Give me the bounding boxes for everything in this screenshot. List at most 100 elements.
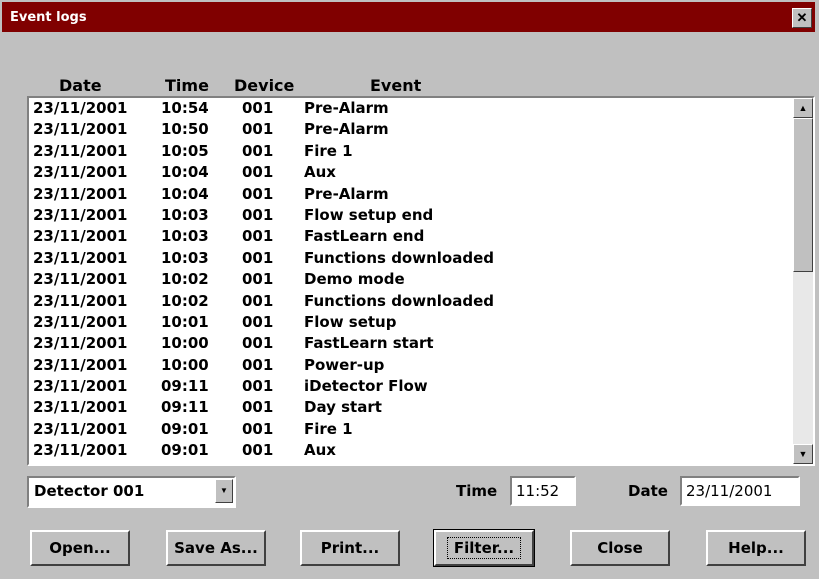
- row-device: 001: [242, 441, 274, 460]
- row-event: Pre-Alarm: [304, 120, 389, 139]
- row-date: 23/11/2001: [33, 377, 128, 396]
- title-bar[interactable]: Event logs ✕: [2, 2, 815, 32]
- row-event: Fire 1: [304, 419, 353, 438]
- row-device: 001: [242, 141, 274, 160]
- row-time: 09:01: [161, 419, 209, 438]
- row-date: 23/11/2001: [33, 270, 128, 289]
- column-header-event: Event: [370, 76, 422, 95]
- row-date: 23/11/2001: [33, 227, 128, 246]
- close-button[interactable]: Close: [570, 530, 670, 566]
- row-device: 001: [242, 163, 274, 182]
- row-event: FastLearn start: [304, 334, 434, 353]
- row-date: 23/11/2001: [33, 398, 128, 417]
- date-label: Date: [628, 482, 668, 500]
- row-time: 09:01: [161, 441, 209, 460]
- event-logs-window: Event logs ✕ Date Time Device Event 23/1…: [2, 2, 815, 575]
- row-time: 10:03: [161, 205, 209, 224]
- time-field[interactable]: 11:52: [510, 476, 576, 506]
- scrollbar-thumb[interactable]: [793, 118, 813, 272]
- row-event: Day start: [304, 398, 382, 417]
- row-date: 23/11/2001: [33, 355, 128, 374]
- date-field[interactable]: 23/11/2001: [680, 476, 800, 506]
- table-row[interactable]: 23/11/2001 10:00 001 Power-up: [29, 355, 789, 376]
- row-device: 001: [242, 312, 274, 331]
- event-log-list[interactable]: 23/11/2001 10:54 001 Pre-Alarm 23/11/2001 10:…: [27, 96, 815, 466]
- table-row[interactable]: 23/11/2001 10:01 001 Flow setup: [29, 312, 789, 333]
- row-time: 10:54: [161, 99, 209, 117]
- row-time: 10:03: [161, 227, 209, 246]
- row-time: 10:02: [161, 291, 209, 310]
- table-row[interactable]: 23/11/2001 09:01 001 Fire 1: [29, 419, 789, 440]
- table-row[interactable]: 23/11/2001 10:02 001 Functions downloaded: [29, 291, 789, 312]
- table-row[interactable]: 23/11/2001 09:01 001 Aux: [29, 440, 789, 461]
- row-date: 23/11/2001: [33, 419, 128, 438]
- row-time: 10:00: [161, 334, 209, 353]
- row-date: 23/11/2001: [33, 120, 128, 139]
- row-event: Fire 1: [304, 141, 353, 160]
- save-as-button[interactable]: Save As...: [166, 530, 266, 566]
- table-row[interactable]: 23/11/2001 10:03 001 Functions downloaded: [29, 248, 789, 269]
- event-log-rows: 23/11/2001 10:54 001 Pre-Alarm 23/11/2001 10:…: [29, 98, 789, 462]
- row-device: 001: [242, 99, 274, 117]
- filter-button[interactable]: Filter...: [433, 529, 535, 567]
- row-date: 23/11/2001: [33, 334, 128, 353]
- row-event: Flow setup end: [304, 205, 434, 224]
- row-device: 001: [242, 355, 274, 374]
- row-time: 09:11: [161, 398, 209, 417]
- open-button[interactable]: Open...: [30, 530, 130, 566]
- table-row[interactable]: 23/11/2001 10:00 001 FastLearn start: [29, 333, 789, 354]
- table-row[interactable]: 23/11/2001 10:05 001 Fire 1: [29, 141, 789, 162]
- column-header-date: Date: [59, 76, 102, 95]
- row-time: 10:50: [161, 120, 209, 139]
- row-event: Pre-Alarm: [304, 99, 389, 117]
- row-date: 23/11/2001: [33, 205, 128, 224]
- vertical-scrollbar[interactable]: ▲ ▼: [793, 98, 813, 464]
- row-device: 001: [242, 227, 274, 246]
- row-date: 23/11/2001: [33, 163, 128, 182]
- row-date: 23/11/2001: [33, 248, 128, 267]
- row-date: 23/11/2001: [33, 291, 128, 310]
- table-row[interactable]: 23/11/2001 09:11 001 Day start: [29, 397, 789, 418]
- row-device: 001: [242, 419, 274, 438]
- table-row[interactable]: 23/11/2001 10:03 001 FastLearn end: [29, 226, 789, 247]
- row-event: Functions downloaded: [304, 291, 494, 310]
- table-row[interactable]: 23/11/2001 09:11 001 iDetector Flow: [29, 376, 789, 397]
- row-event: Flow setup: [304, 312, 397, 331]
- row-date: 23/11/2001: [33, 441, 128, 460]
- chevron-down-icon[interactable]: ▼: [215, 479, 233, 503]
- table-row[interactable]: 23/11/2001 10:50 001 Pre-Alarm: [29, 119, 789, 140]
- row-device: 001: [242, 377, 274, 396]
- row-date: 23/11/2001: [33, 312, 128, 331]
- row-time: 10:04: [161, 163, 209, 182]
- column-header-device: Device: [234, 76, 295, 95]
- row-device: 001: [242, 291, 274, 310]
- detector-select-value: Detector 001: [34, 482, 145, 500]
- detector-select[interactable]: Detector 001 ▼: [27, 476, 236, 508]
- table-row[interactable]: 23/11/2001 10:02 001 Demo mode: [29, 269, 789, 290]
- row-event: Pre-Alarm: [304, 184, 389, 203]
- row-time: 10:01: [161, 312, 209, 331]
- table-row[interactable]: 23/11/2001 10:54 001 Pre-Alarm: [29, 98, 789, 119]
- row-time: 09:11: [161, 377, 209, 396]
- row-time: 10:04: [161, 184, 209, 203]
- time-label: Time: [456, 482, 498, 500]
- scroll-up-icon[interactable]: ▲: [793, 98, 813, 118]
- help-button[interactable]: Help...: [706, 530, 806, 566]
- table-row[interactable]: 23/11/2001 10:04 001 Pre-Alarm: [29, 184, 789, 205]
- row-device: 001: [242, 120, 274, 139]
- row-date: 23/11/2001: [33, 99, 128, 117]
- row-device: 001: [242, 184, 274, 203]
- filter-button-label: Filter...: [446, 537, 522, 559]
- row-event: Power-up: [304, 355, 385, 374]
- column-header-time: Time: [165, 76, 209, 95]
- window-title: Event logs: [10, 9, 87, 25]
- table-row[interactable]: 23/11/2001 10:04 001 Aux: [29, 162, 789, 183]
- close-icon[interactable]: ✕: [792, 8, 812, 28]
- row-time: 10:05: [161, 141, 209, 160]
- row-device: 001: [242, 205, 274, 224]
- row-time: 10:03: [161, 248, 209, 267]
- row-device: 001: [242, 398, 274, 417]
- print-button[interactable]: Print...: [300, 530, 400, 566]
- table-row[interactable]: 23/11/2001 10:03 001 Flow setup end: [29, 205, 789, 226]
- scroll-down-icon[interactable]: ▼: [793, 444, 813, 464]
